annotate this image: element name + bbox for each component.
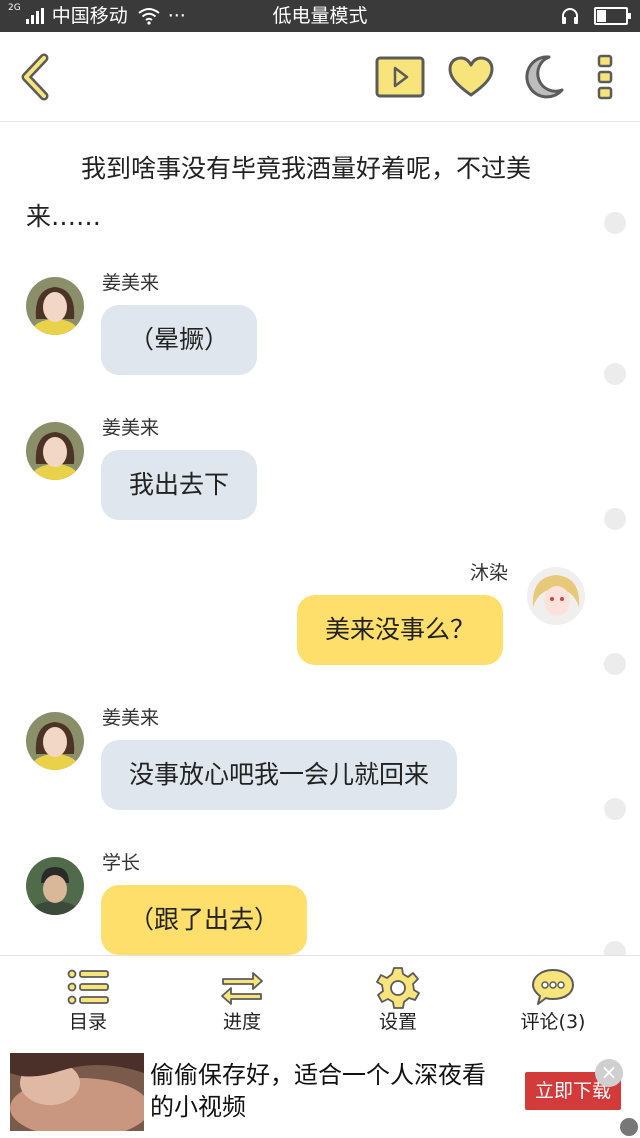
sender-name: 姜美来 bbox=[102, 707, 160, 729]
power-mode: 低电量模式 bbox=[272, 5, 368, 27]
comment-icon bbox=[532, 969, 574, 1005]
sender-name: 沐染 bbox=[470, 562, 509, 584]
avatar[interactable] bbox=[26, 712, 84, 770]
nav-comments[interactable]: 评论(3) bbox=[483, 956, 623, 1046]
bottom-nav: 目录 进度 设置 评论(3) bbox=[0, 955, 640, 1045]
ad-close-button[interactable]: × bbox=[595, 1059, 623, 1087]
back-button[interactable] bbox=[10, 32, 60, 122]
chat-content[interactable]: 我到啥事没有毕竟我酒量好着呢，不过美来…… 姜美来 （晕撅） 姜美来 我出去下 … bbox=[0, 123, 640, 955]
avatar[interactable] bbox=[527, 567, 585, 625]
message-bubble[interactable]: （晕撅） bbox=[101, 305, 258, 375]
sender-name: 学长 bbox=[102, 852, 141, 874]
play-icon bbox=[375, 56, 425, 98]
message-bubble[interactable]: 美来没事么？ bbox=[297, 595, 504, 665]
status-right bbox=[560, 6, 631, 26]
paragraph-comment-dot[interactable] bbox=[604, 798, 626, 820]
battery-icon bbox=[594, 7, 631, 25]
vertical-dots-icon bbox=[597, 54, 613, 100]
paragraph-comment-dot[interactable] bbox=[604, 653, 626, 675]
nav-settings[interactable]: 设置 bbox=[328, 956, 468, 1046]
nav-label: 目录 bbox=[68, 1011, 107, 1033]
night-mode-button[interactable] bbox=[518, 32, 568, 122]
reader-screen: 2G 中国移动 ··· 低电量模式 我到啥事没有毕竟我酒量好着呢，不过美来…… … bbox=[0, 0, 640, 1138]
autoplay-button[interactable] bbox=[374, 32, 426, 122]
nav-label: 评论(3) bbox=[520, 1011, 586, 1033]
avatar[interactable] bbox=[26, 422, 84, 480]
battery-level bbox=[597, 10, 606, 22]
list-icon bbox=[67, 969, 109, 1005]
sender-name: 姜美来 bbox=[102, 272, 160, 294]
nav-label: 设置 bbox=[378, 1011, 417, 1033]
avatar[interactable] bbox=[26, 857, 84, 915]
favorite-button[interactable] bbox=[446, 32, 496, 122]
moon-icon bbox=[525, 55, 564, 99]
paragraph-comment-dot[interactable] bbox=[604, 212, 626, 234]
paragraph-comment-dot[interactable] bbox=[604, 941, 626, 955]
headphones-icon bbox=[562, 8, 578, 24]
more-button[interactable] bbox=[588, 32, 622, 122]
status-bar: 2G 中国移动 ··· 低电量模式 bbox=[0, 0, 640, 32]
avatar[interactable] bbox=[26, 277, 84, 335]
ad-thumbnail[interactable] bbox=[10, 1053, 144, 1131]
gear-icon bbox=[376, 967, 420, 1009]
nav-catalog[interactable]: 目录 bbox=[18, 956, 158, 1046]
sender-name: 姜美来 bbox=[102, 417, 160, 439]
narration-text: 我到啥事没有毕竟我酒量好着呢，不过美来…… bbox=[26, 154, 532, 231]
nav-progress[interactable]: 进度 bbox=[172, 956, 312, 1046]
nav-label: 进度 bbox=[222, 1011, 261, 1033]
ad-banner[interactable]: 偷偷保存好，适合一个人深夜看的小视频 立即下载 bbox=[0, 1045, 640, 1138]
ad-badge-icon bbox=[620, 1118, 638, 1136]
message-bubble[interactable]: 没事放心吧我一会儿就回来 bbox=[101, 740, 458, 810]
arrows-swap-icon bbox=[221, 972, 263, 1005]
heart-icon bbox=[448, 56, 494, 97]
reader-toolbar bbox=[0, 32, 640, 122]
paragraph-comment-dot[interactable] bbox=[604, 363, 626, 385]
paragraph-comment-dot[interactable] bbox=[604, 508, 626, 530]
ad-text[interactable]: 偷偷保存好，适合一个人深夜看的小视频 bbox=[150, 1059, 500, 1123]
chevron-left-icon bbox=[21, 53, 49, 101]
message-bubble[interactable]: 我出去下 bbox=[101, 450, 258, 520]
message-bubble[interactable]: （跟了出去） bbox=[101, 885, 308, 955]
